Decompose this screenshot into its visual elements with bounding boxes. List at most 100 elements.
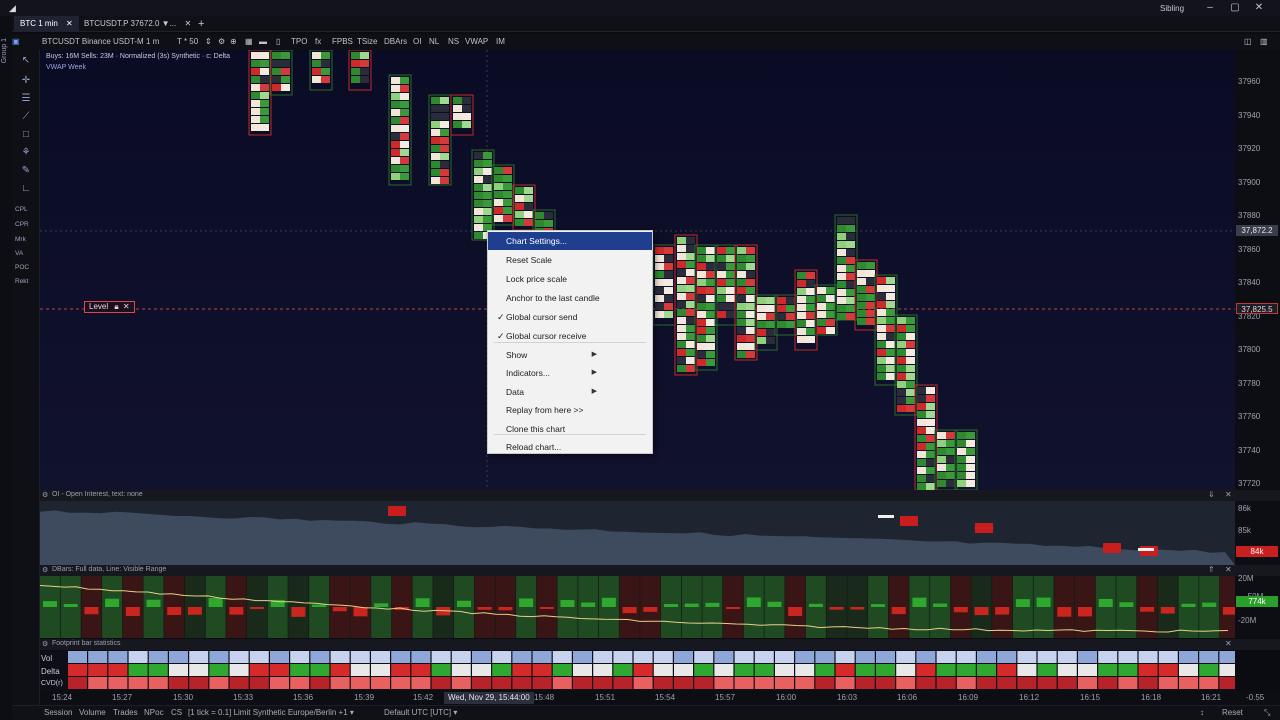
footprint-cell xyxy=(391,165,400,172)
status-timezone[interactable]: Default UTC [UTC] ▾ xyxy=(384,708,457,717)
footprint-cell xyxy=(655,255,664,262)
stats-delta-cell xyxy=(573,664,592,676)
pane-up-icon[interactable]: ⇑ xyxy=(1208,565,1215,574)
pane-close-icon[interactable]: ✕ xyxy=(1225,639,1232,648)
panel-icon[interactable]: ◫ xyxy=(1244,34,1252,50)
minimize-icon[interactable]: – xyxy=(1199,1,1221,15)
status-cs[interactable]: CS xyxy=(171,708,182,717)
oi-pane[interactable] xyxy=(40,501,1235,565)
menu-item-reset-scale[interactable]: Reset Scale xyxy=(488,251,652,269)
footprint-cell xyxy=(917,395,926,402)
trendline-icon[interactable]: ⟋ xyxy=(18,110,34,124)
va-tool[interactable]: VA xyxy=(15,250,23,257)
dbars-pane[interactable] xyxy=(40,576,1235,638)
gear-icon[interactable]: ⚙ xyxy=(42,491,48,499)
dbars-scale[interactable]: 20M -50M 774k -20M xyxy=(1235,574,1280,638)
add-tab-icon[interactable]: + xyxy=(192,16,210,32)
tab-close-icon[interactable]: ✕ xyxy=(66,19,73,28)
menu-item-show[interactable]: Show ▶ xyxy=(488,346,652,364)
grid-icon[interactable]: ▦ xyxy=(245,34,253,50)
tsize-button[interactable]: TSize xyxy=(357,34,377,50)
stats-cvd-cell xyxy=(1158,677,1178,689)
tpo-button[interactable]: TPO xyxy=(291,34,307,50)
status-volume[interactable]: Volume xyxy=(79,708,106,717)
cpl-tool[interactable]: CPL xyxy=(15,206,28,213)
menu-item-reload-chart[interactable]: Reload chart... xyxy=(488,438,652,456)
menu-item-anchor-to-the-last-candle[interactable]: Anchor to the last candle xyxy=(488,289,652,307)
menu-item-indicators[interactable]: Indicators... ▶ xyxy=(488,364,652,382)
oi-button[interactable]: OI xyxy=(413,34,421,50)
tab-btc-1min[interactable]: BTC 1 min ✕ xyxy=(14,16,79,32)
menu-item-global-cursor-send[interactable]: ✓ Global cursor send xyxy=(488,308,652,326)
menu-item-lock-price-scale[interactable]: Lock price scale xyxy=(488,270,652,288)
dbars-title[interactable]: DBars: Full data, Line: Visible Range xyxy=(52,566,166,573)
footprint-cell xyxy=(797,296,806,303)
menu-item-replay-from-here[interactable]: Replay from here >> xyxy=(488,401,652,419)
menu-item-chart-settings[interactable]: Chart Settings... xyxy=(488,232,652,250)
mrk-tool[interactable]: Mrk xyxy=(15,236,26,243)
hline-icon[interactable]: ☰ xyxy=(18,92,34,106)
status-trades[interactable]: Trades xyxy=(113,708,138,717)
gear-icon[interactable]: ⚙ xyxy=(42,566,48,574)
layout-icon[interactable]: ▣ xyxy=(12,34,20,50)
time-axis[interactable]: 15:24 15:27 15:30 15:33 15:36 15:39 15:42 15:48… xyxy=(40,691,1280,705)
stats-title[interactable]: Footprint bar statistics xyxy=(52,640,120,647)
vwap-button[interactable]: VWAP xyxy=(465,34,488,50)
status-session[interactable]: Session xyxy=(44,708,72,717)
status-tick-info[interactable]: [1 tick = 0.1] Limit Synthetic Europe/Be… xyxy=(188,708,354,717)
crosshair-tool-icon[interactable]: ✛ xyxy=(18,74,34,88)
split-icon[interactable]: ▥ xyxy=(1260,34,1268,50)
nl-button[interactable]: NL xyxy=(429,34,439,50)
fpbs-button[interactable]: FPBS xyxy=(332,34,353,50)
im-button[interactable]: IM xyxy=(496,34,505,50)
rekt-tool[interactable]: Rekt xyxy=(15,278,28,285)
level-close-icon[interactable]: ✕ xyxy=(123,302,130,311)
pane-close-icon[interactable]: ✕ xyxy=(1225,490,1232,499)
group-label[interactable]: Group 1 xyxy=(1,38,8,63)
cpr-tool[interactable]: CPR xyxy=(15,221,29,228)
settings-gear-icon[interactable]: ⚙ xyxy=(218,34,225,50)
dbars-button[interactable]: DBArs xyxy=(384,34,407,50)
poc-tool[interactable]: POC xyxy=(15,264,29,271)
scroll-icon[interactable]: ↕ xyxy=(1200,708,1204,717)
timeframe-selector[interactable]: 1 m xyxy=(146,34,159,50)
footprint-cell xyxy=(544,212,553,219)
fx-button[interactable]: fx xyxy=(315,34,321,50)
vwap-legend[interactable]: VWAP Week xyxy=(46,64,86,71)
status-npoc[interactable]: NPoc xyxy=(144,708,164,717)
footprint-cell xyxy=(886,317,895,324)
ruler-icon[interactable]: ▬ xyxy=(259,34,267,50)
symbol-selector[interactable]: BTCUSDT Binance USDT-M xyxy=(42,34,144,50)
tab-btcusdt-p[interactable]: BTCUSDT.P 37672.0 ▼... ✕ xyxy=(78,16,197,32)
price-scale[interactable]: 37960 37940 37920 37900 37880 37860 37840 37820… xyxy=(1235,50,1280,490)
gear-icon[interactable]: ⚙ xyxy=(42,640,48,648)
lock-icon[interactable]: 🔒︎ xyxy=(114,302,118,311)
oi-title[interactable]: OI - Open Interest, text: none xyxy=(52,491,143,498)
pane-down-icon[interactable]: ⇓ xyxy=(1208,490,1215,499)
close-window-icon[interactable]: ✕ xyxy=(1248,1,1270,15)
maximize-icon[interactable]: ▢ xyxy=(1224,1,1246,15)
brush-icon[interactable]: ✎ xyxy=(18,164,34,178)
footprint-cell xyxy=(877,293,886,300)
fib-icon[interactable]: ⚘ xyxy=(18,146,34,160)
reset-button[interactable]: Reset xyxy=(1222,708,1243,717)
measure-icon[interactable]: ∟ xyxy=(18,182,34,196)
cursor-icon[interactable]: ↖ xyxy=(18,54,34,68)
ticks-selector[interactable]: T * 50 xyxy=(177,34,198,50)
level-label[interactable]: Level 🔒︎ ✕ xyxy=(84,301,135,313)
stats-delta-cell xyxy=(613,664,633,676)
footprint-cell xyxy=(391,85,400,92)
pane-close-icon[interactable]: ✕ xyxy=(1225,565,1232,574)
scale-arrows-icon[interactable]: ⇕ xyxy=(205,34,212,50)
rectangle-icon[interactable]: □ xyxy=(18,128,34,142)
oi-scale[interactable]: 86k 85k 84k xyxy=(1235,501,1280,565)
footprint-cell xyxy=(826,327,835,334)
candle-icon[interactable]: ▯ xyxy=(276,34,280,50)
menu-item-data[interactable]: Data ▶ xyxy=(488,383,652,401)
menu-item-clone-this-chart[interactable]: Clone this chart xyxy=(488,420,652,438)
ns-button[interactable]: NS xyxy=(448,34,459,50)
stats-grid[interactable] xyxy=(40,651,1235,691)
tab-close-icon[interactable]: ✕ xyxy=(185,19,192,28)
crosshair-icon[interactable]: ⊕ xyxy=(230,34,237,50)
dbar xyxy=(1036,597,1051,607)
